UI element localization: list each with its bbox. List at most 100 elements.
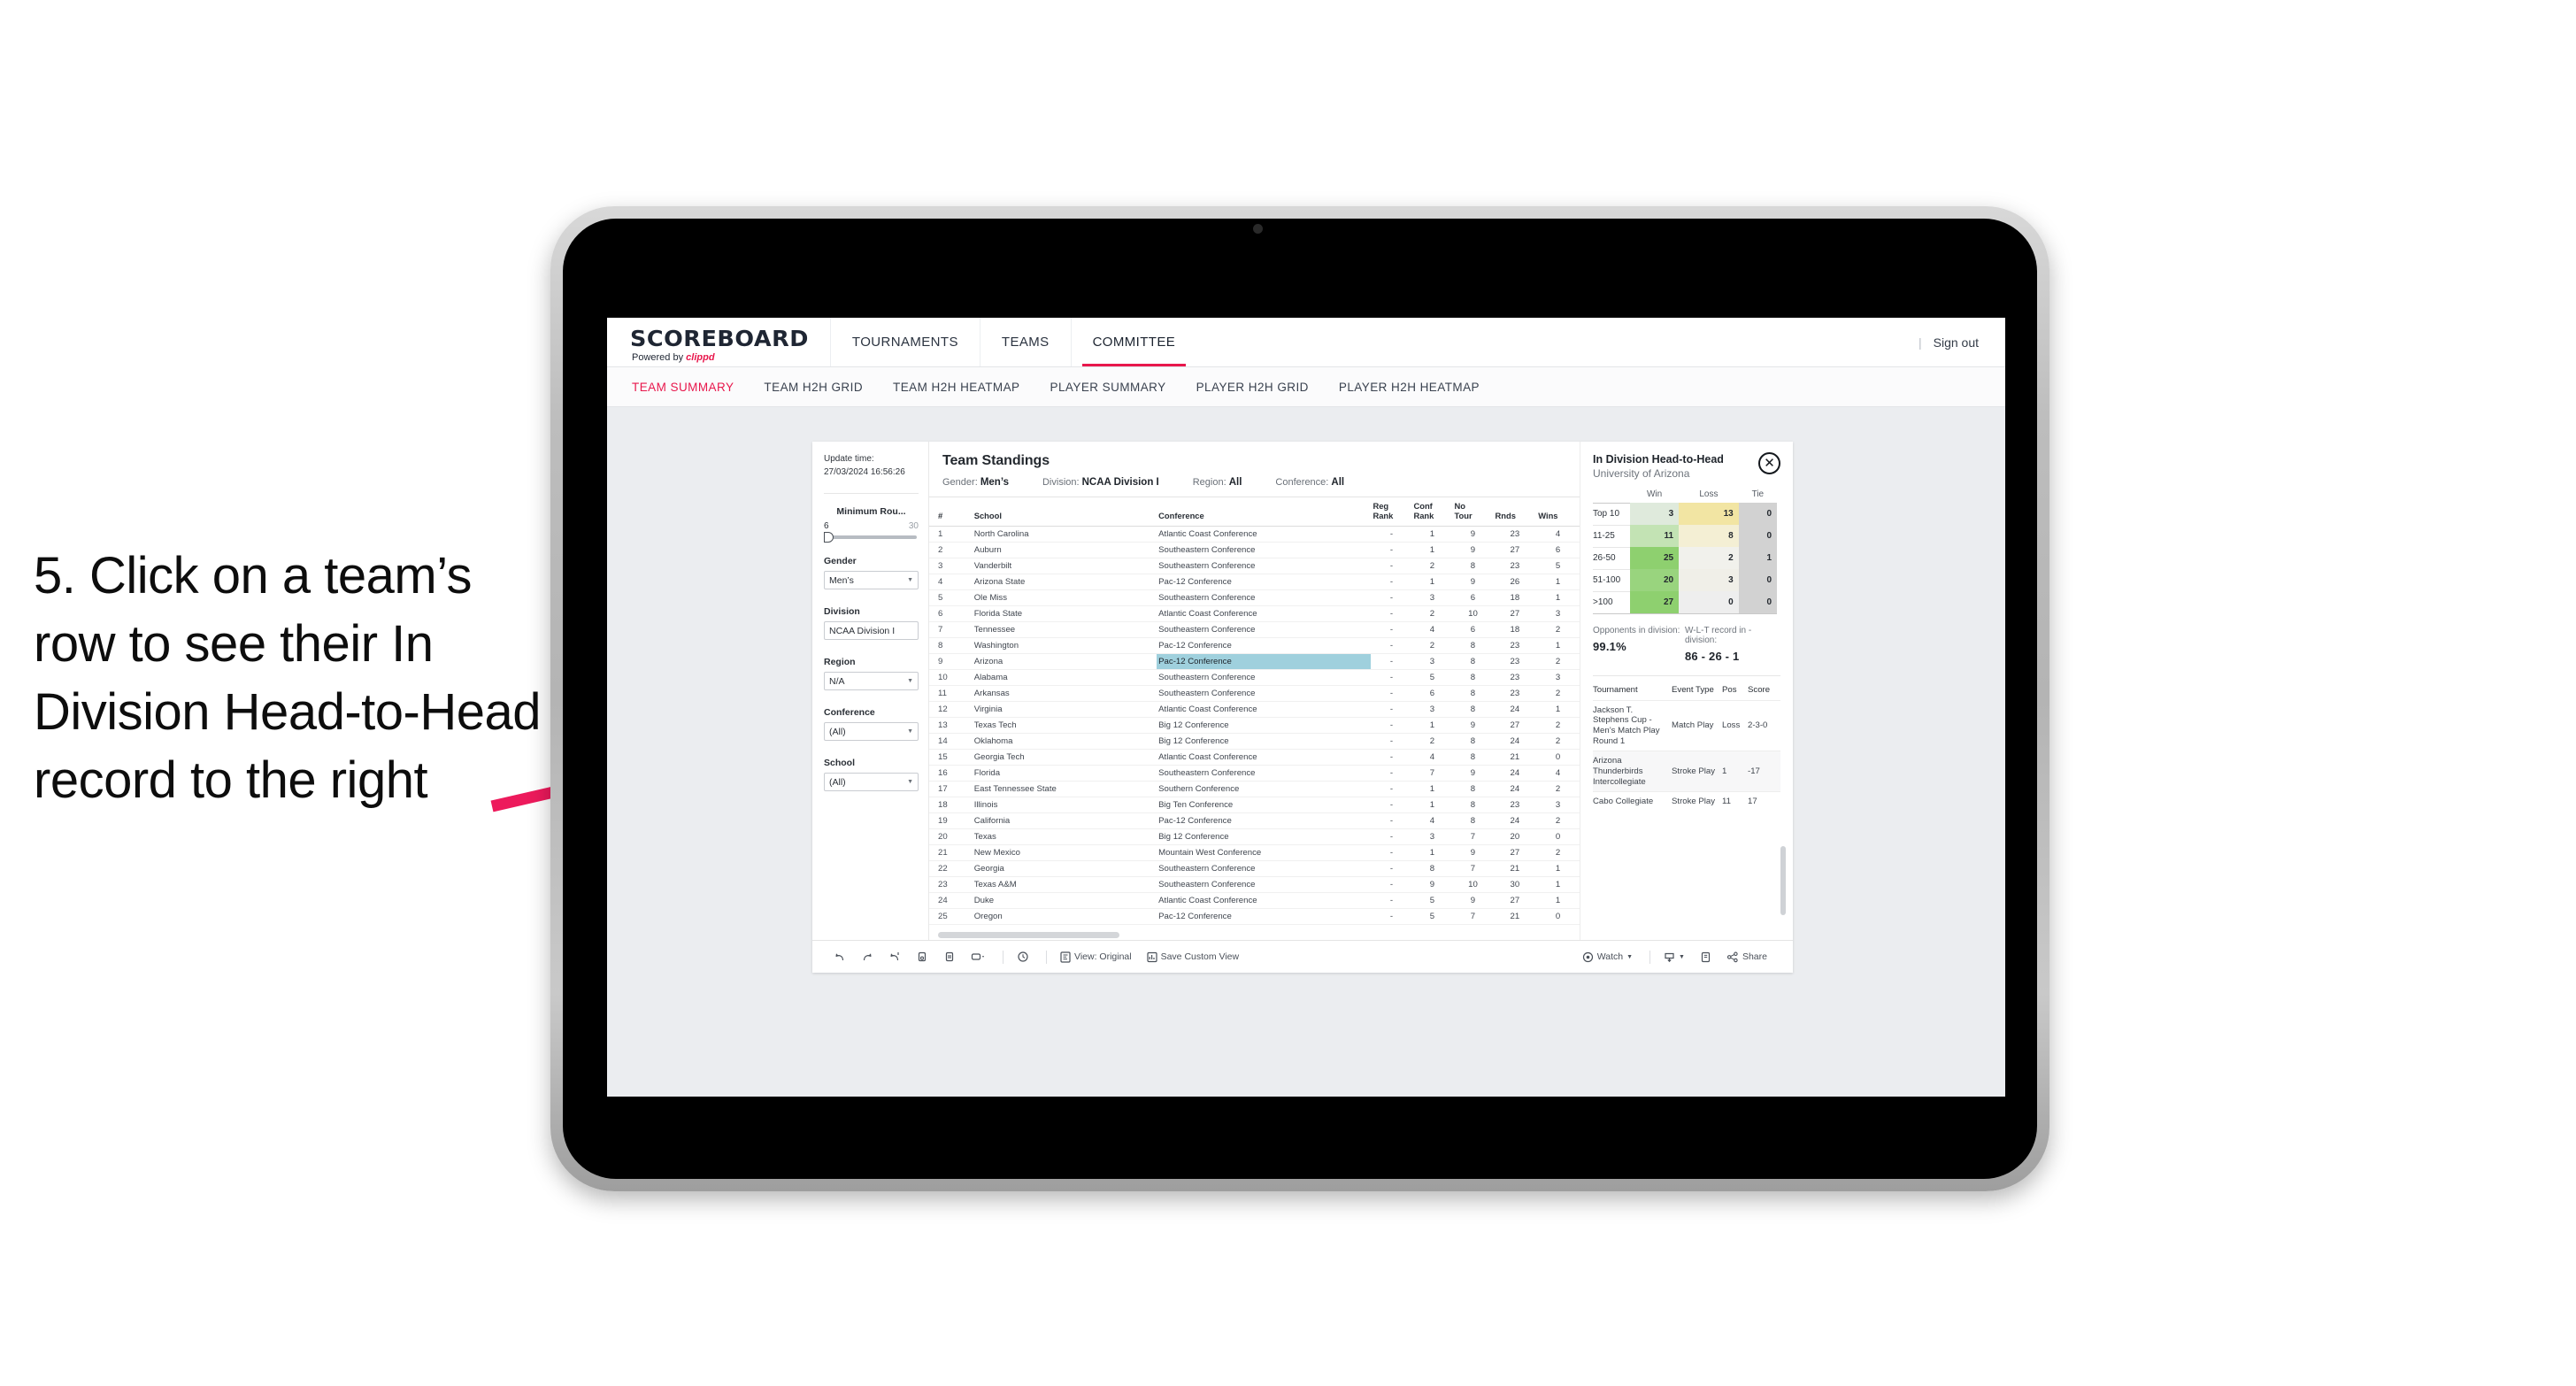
pause-icon[interactable] <box>943 951 956 963</box>
min-rounds-high: 30 <box>908 521 919 531</box>
meta-gender-label: Gender: <box>942 477 978 488</box>
table-row[interactable]: 1 North Carolina Atlantic Coast Conference… <box>929 526 1580 543</box>
redo-icon[interactable] <box>861 951 873 963</box>
table-row[interactable]: 25 Oregon Pac-12 Conference -5 7 21 0 <box>929 908 1580 926</box>
subtab-team-h2h-heatmap[interactable]: TEAM H2H HEATMAP <box>893 381 1019 394</box>
min-rounds-slider[interactable] <box>824 532 917 543</box>
table-row[interactable]: Jackson T. Stephens Cup - Men’s Match Pl… <box>1593 699 1780 751</box>
table-row[interactable]: 3 Vanderbilt Southeastern Conference -2 8 23 5 <box>929 558 1580 575</box>
table-cell: 23 <box>1493 637 1537 655</box>
subtab-team-summary[interactable]: TEAM SUMMARY <box>632 381 734 394</box>
table-row[interactable]: 12 Virginia Atlantic Coast Conference -3 8 24… <box>929 701 1580 719</box>
table-row[interactable]: 22 Georgia Southeastern Conference -8 7 21 1 <box>929 860 1580 878</box>
table-row[interactable]: 20 Texas Big 12 Conference -3 7 20 0 <box>929 828 1580 846</box>
nav-teams[interactable]: TEAMS <box>979 318 1071 366</box>
table-cell: 6 <box>1452 589 1494 607</box>
table-cell: 30 <box>1493 876 1537 894</box>
table-row[interactable]: 16 Florida Southeastern Conference -7 9 24 4 <box>929 765 1580 782</box>
table-cell: Duke <box>972 892 1157 910</box>
nav-tournaments[interactable]: TOURNAMENTS <box>829 318 980 366</box>
table-cell: 8 <box>1452 797 1494 814</box>
table-cell: Southeastern Conference <box>1157 589 1372 607</box>
table-row[interactable]: 4 Arizona State Pac-12 Conference -1 9 26 1 <box>929 574 1580 591</box>
fullscreen-button[interactable] <box>1700 951 1711 963</box>
table-row[interactable]: Arizona Thunderbirds Intercollegiate Stro… <box>1593 751 1780 792</box>
table-cell: 5 <box>929 589 973 607</box>
table-row[interactable]: 7 Tennessee Southeastern Conference -4 6 18 2 <box>929 621 1580 639</box>
table-cell: 24 <box>1493 765 1537 782</box>
signout-link[interactable]: Sign out <box>1934 335 1979 350</box>
standings-scroll[interactable]: # School Conference Reg Rank Conf Rank No T… <box>929 497 1580 929</box>
revert-icon[interactable] <box>888 951 901 963</box>
table-cell: 8 <box>1452 653 1494 671</box>
table-cell: - <box>1371 828 1412 846</box>
table-cell: 7 <box>1452 828 1494 846</box>
subtab-player-h2h-grid[interactable]: PLAYER H2H GRID <box>1196 381 1309 394</box>
table-cell: 6 <box>1536 542 1580 559</box>
table-cell: 4 <box>1411 621 1453 639</box>
view-original-button[interactable]: View: Original <box>1060 951 1132 963</box>
table-row[interactable]: 13 Texas Tech Big 12 Conference -1 9 27 2 <box>929 717 1580 735</box>
filter-division-label: Division <box>824 606 860 617</box>
table-row[interactable]: Cabo Collegiate Stroke Play 11 17 <box>1593 791 1780 812</box>
tournament-scrollbar[interactable] <box>1780 846 1786 915</box>
table-cell: 11 <box>929 685 973 703</box>
filter-division: Division NCAA Division I <box>824 606 919 640</box>
watch-button[interactable]: Watch ▼ <box>1582 951 1633 963</box>
table-row[interactable]: 6 Florida State Atlantic Coast Conference -… <box>929 605 1580 623</box>
table-row[interactable]: 24 Duke Atlantic Coast Conference -5 9 27 1 <box>929 892 1580 910</box>
table-row[interactable]: 14 Oklahoma Big 12 Conference -2 8 24 2 <box>929 733 1580 751</box>
filter-school-select[interactable]: (All) ▼ <box>824 773 919 791</box>
filter-division-select[interactable]: NCAA Division I <box>824 621 919 640</box>
undo-icon[interactable] <box>834 951 846 963</box>
download-button[interactable]: ▼ <box>1664 951 1685 963</box>
table-row[interactable]: 11 Arkansas Southeastern Conference -6 8 23 2 <box>929 685 1580 703</box>
table-row[interactable]: 15 Georgia Tech Atlantic Coast Conference -… <box>929 749 1580 766</box>
stat-opponents-value: 99.1% <box>1593 639 1626 653</box>
h2h-col-loss: Loss <box>1699 489 1719 499</box>
table-cell: - <box>1371 733 1412 751</box>
min-rounds-slider-handle[interactable] <box>824 532 834 543</box>
table-cell: 3 <box>1536 669 1580 687</box>
table-cell: -17 <box>1748 751 1780 792</box>
table-row[interactable]: 21 New Mexico Mountain West Conference -1 9 2… <box>929 844 1580 862</box>
table-row[interactable]: 23 Texas A&M Southeastern Conference -9 10 30… <box>929 876 1580 894</box>
subtab-player-h2h-heatmap[interactable]: PLAYER H2H HEATMAP <box>1339 381 1480 394</box>
subtab-player-summary[interactable]: PLAYER SUMMARY <box>1050 381 1166 394</box>
refresh-icon[interactable] <box>916 951 928 963</box>
table-row[interactable]: 2 Auburn Southeastern Conference -1 9 27 6 <box>929 542 1580 559</box>
table-cell: Mountain West Conference <box>1157 844 1372 862</box>
table-row[interactable]: 5 Ole Miss Southeastern Conference -3 6 18 1 <box>929 589 1580 607</box>
col-wins: Wins <box>1536 497 1580 527</box>
save-custom-view-button[interactable]: Save Custom View <box>1146 951 1239 963</box>
table-cell: 1 <box>929 526 973 543</box>
filter-gender-select[interactable]: Men’s ▼ <box>824 571 919 589</box>
close-icon[interactable]: ✕ <box>1758 452 1780 474</box>
scrollbar-thumb[interactable] <box>938 932 1119 938</box>
clock-icon[interactable] <box>1017 951 1029 963</box>
table-row[interactable]: 9 Arizona Pac-12 Conference -3 8 23 2 <box>929 653 1580 671</box>
table-cell: Southeastern Conference <box>1157 621 1372 639</box>
table-cell: 1 <box>1536 876 1580 894</box>
table-cell: 21 <box>1493 908 1537 926</box>
filter-region-select[interactable]: N/A ▼ <box>824 672 919 690</box>
table-row[interactable]: 18 Illinois Big Ten Conference -1 8 23 3 <box>929 797 1580 814</box>
table-row[interactable]: 17 East Tennessee State Southern Conferenc… <box>929 781 1580 798</box>
table-cell: 4 <box>929 574 973 591</box>
device-layout-icon[interactable] <box>971 951 986 963</box>
filter-conference-select[interactable]: (All) ▼ <box>824 722 919 741</box>
table-cell: 1 <box>1536 574 1580 591</box>
table-row[interactable]: 8 Washington Pac-12 Conference -2 8 23 1 <box>929 637 1580 655</box>
subtab-team-h2h-grid[interactable]: TEAM H2H GRID <box>764 381 863 394</box>
table-cell: 0 <box>1536 908 1580 926</box>
nav-committee[interactable]: COMMITTEE <box>1070 318 1197 366</box>
table-cell: 21 <box>1493 749 1537 766</box>
table-cell: 3 <box>1411 828 1453 846</box>
table-row[interactable]: 19 California Pac-12 Conference -4 8 24 2 <box>929 812 1580 830</box>
standings-horizontal-scrollbar[interactable] <box>929 929 1580 940</box>
table-cell: - <box>1371 781 1412 798</box>
app-header: SCOREBOARD Powered by clippd TOURNAMENTS… <box>607 318 2005 367</box>
table-row[interactable]: 10 Alabama Southeastern Conference -5 8 23 3 <box>929 669 1580 687</box>
brand-logo[interactable]: SCOREBOARD Powered by clippd <box>607 318 830 366</box>
share-button[interactable]: Share <box>1726 951 1767 963</box>
